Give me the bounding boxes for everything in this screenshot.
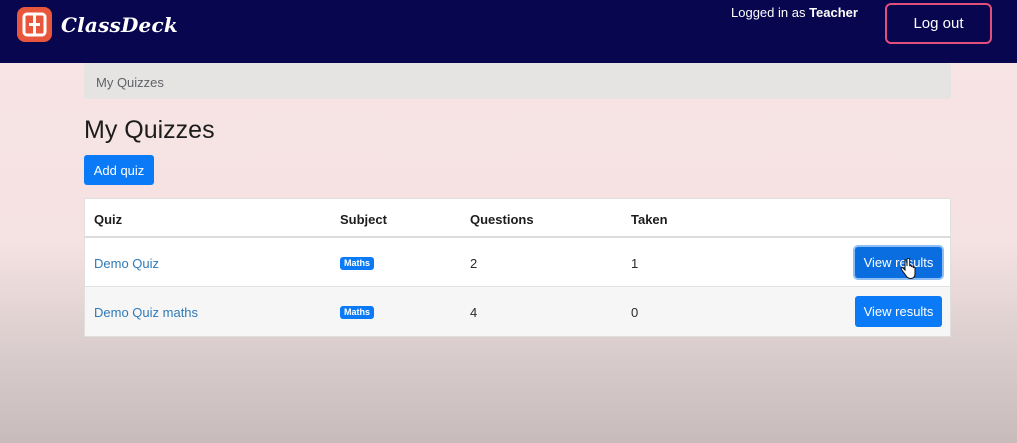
breadcrumb: My Quizzes (84, 63, 951, 99)
quizzes-table: Quiz Subject Questions Taken Demo Quiz M… (84, 198, 951, 337)
table-row: Demo Quiz maths Maths 4 0 View results (85, 287, 950, 336)
breadcrumb-current: My Quizzes (96, 75, 164, 90)
column-header-questions: Questions (470, 212, 534, 227)
login-user: Teacher (809, 5, 858, 20)
logout-button[interactable]: Log out (885, 3, 992, 44)
quiz-link[interactable]: Demo Quiz maths (94, 305, 198, 320)
quiz-link[interactable]: Demo Quiz (94, 256, 159, 271)
questions-count: 2 (470, 256, 478, 271)
taken-count: 0 (631, 305, 639, 320)
subject-badge: Maths (340, 306, 375, 319)
add-quiz-button[interactable]: Add quiz (84, 155, 154, 185)
column-header-subject: Subject (340, 212, 387, 227)
top-navbar: ClassDeck Logged in as Teacher Log out (0, 0, 1017, 63)
brand-link[interactable]: ClassDeck (17, 7, 178, 42)
brand-name: ClassDeck (61, 12, 178, 37)
view-results-button[interactable]: View results (855, 247, 942, 278)
taken-count: 1 (631, 256, 639, 271)
subject-badge: Maths (340, 257, 375, 270)
column-header-taken: Taken (631, 212, 668, 227)
view-results-button[interactable]: View results (855, 296, 942, 327)
table-header-row: Quiz Subject Questions Taken (85, 199, 950, 238)
page-title: My Quizzes (84, 116, 215, 144)
login-prefix: Logged in as (731, 5, 806, 20)
questions-count: 4 (470, 305, 478, 320)
table-row: Demo Quiz Maths 2 1 View results (85, 238, 950, 287)
column-header-quiz: Quiz (94, 212, 123, 227)
hand-cursor-icon (900, 257, 916, 285)
classdeck-logo-icon (17, 7, 52, 42)
login-status: Logged in as Teacher (731, 5, 858, 20)
